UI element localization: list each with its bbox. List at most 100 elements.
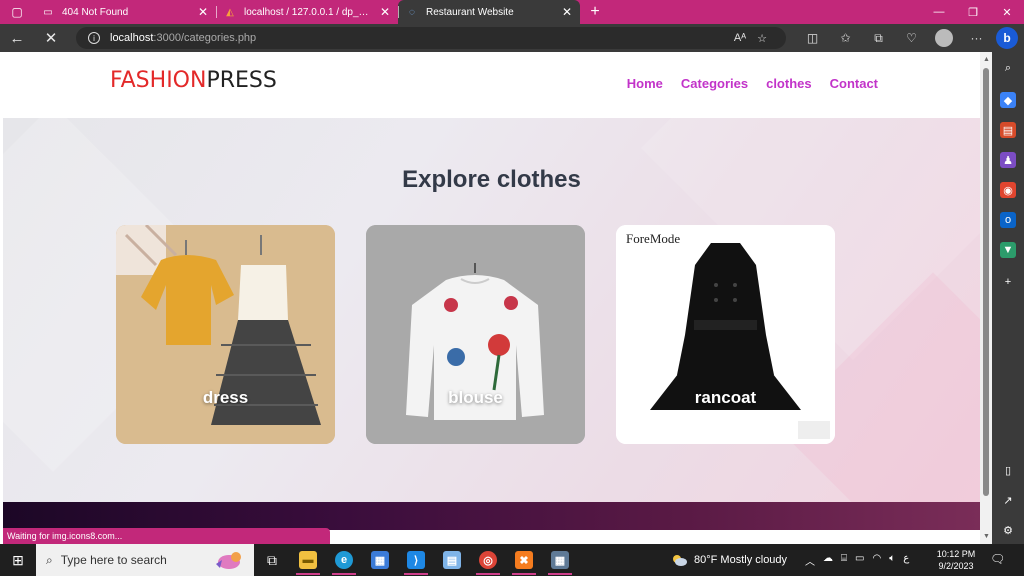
close-icon[interactable]: ✕ — [562, 5, 572, 19]
browser-toolbar: ← ✕ i localhost:3000/categories.php Aᴬ ☆… — [0, 24, 1024, 52]
page-icon: ▭ — [43, 6, 53, 18]
windows-taskbar: ⊞ ⌕ Type here to search ⧉ ▬ e ▦ ⟩ ▤ ◎ ✖ … — [0, 544, 1024, 576]
nav-contact-link[interactable]: Contact — [830, 76, 878, 91]
browser-tab-restaurant[interactable]: ◌ Restaurant Website ✕ — [398, 0, 580, 24]
nav-clothes-link[interactable]: clothes — [766, 76, 812, 91]
notification-icon[interactable]: 🗨︎ — [990, 552, 1005, 566]
restore-icon[interactable]: ❐ — [956, 0, 990, 24]
wifi-icon[interactable]: ◠ — [873, 553, 882, 568]
url-path: :3000/categories.php — [153, 32, 257, 44]
scroll-down-icon[interactable]: ▼ — [983, 533, 990, 540]
favorite-star-icon[interactable]: ☆ — [752, 32, 772, 45]
microsoft-store-icon[interactable]: ▦ — [362, 544, 398, 576]
outlook-icon[interactable]: o — [1000, 212, 1016, 228]
card-label: dress — [202, 388, 249, 407]
site-header: FASHIONPRESS Home Categories clothes Con… — [3, 52, 980, 118]
category-card-dress[interactable]: dress — [116, 225, 335, 444]
url-host: localhost — [110, 32, 154, 44]
bird-doodle-icon — [216, 552, 241, 569]
network-icon[interactable]: ⌸ — [841, 553, 847, 568]
site-info-icon[interactable]: i — [88, 32, 100, 44]
window-controls: — ❐ ✕ — [922, 0, 1024, 24]
volume-icon[interactable]: 🔈︎ — [889, 553, 895, 568]
onedrive-cloud-icon[interactable]: ☁ — [823, 553, 833, 568]
system-tray: 80°F Mostly cloudy ︿ ☁ ⌸ ▭ ◠ 🔈︎ ع — [670, 544, 909, 576]
search-icon[interactable]: ⌕ — [1000, 60, 1016, 76]
games-icon[interactable]: ♟ — [1000, 152, 1016, 168]
clock-date: 9/2/2023 — [938, 561, 974, 571]
search-icon: ⌕ — [46, 552, 53, 567]
notepad-icon[interactable]: ▤ — [434, 544, 470, 576]
read-aloud-icon[interactable]: Aᴬ — [730, 32, 750, 44]
site-nav: Home Categories clothes Contact — [627, 76, 878, 91]
add-icon[interactable]: + — [1000, 274, 1016, 290]
toolbox-icon[interactable]: ▤ — [1000, 122, 1016, 138]
address-bar-actions: Aᴬ ☆ — [728, 24, 772, 52]
vscode-icon[interactable]: ⟩ — [398, 544, 434, 576]
scrollbar-thumb[interactable] — [983, 68, 989, 496]
nav-home-link[interactable]: Home — [627, 76, 663, 91]
raincoat-image — [616, 225, 835, 444]
page-scrollbar[interactable]: ▲ ▼ — [980, 52, 992, 544]
close-icon[interactable]: ✕ — [198, 5, 208, 19]
edge-browser-icon[interactable]: e — [326, 544, 362, 576]
category-card-rancoat[interactable]: ForeMode rancoat — [616, 225, 835, 444]
language-indicator[interactable]: ع — [903, 553, 909, 568]
clock-time: 10:12 PM — [936, 549, 976, 559]
split-screen-icon[interactable]: ◫ — [796, 31, 829, 45]
weather-text[interactable]: 80°F Mostly cloudy — [694, 554, 787, 566]
search-placeholder: Type here to search — [60, 553, 167, 567]
stop-loading-icon[interactable]: ✕ — [34, 29, 68, 47]
dress-image — [116, 225, 335, 444]
microsoft-365-icon[interactable]: ◉ — [1000, 182, 1016, 198]
bing-copilot-icon[interactable]: b — [996, 27, 1018, 49]
taskbar-clock[interactable]: 10:12 PM 9/2/2023 — [930, 548, 982, 572]
page-viewport: FASHIONPRESS Home Categories clothes Con… — [3, 52, 980, 544]
cloudy-weather-icon — [673, 555, 687, 566]
battery-icon[interactable]: ▭ — [855, 553, 864, 568]
scroll-up-icon[interactable]: ▲ — [983, 56, 990, 63]
collections-icon[interactable]: ⧉ — [862, 31, 895, 46]
profile-avatar[interactable] — [935, 29, 953, 47]
back-arrow-icon[interactable]: ← — [0, 30, 34, 47]
page-heading: Explore clothes — [402, 166, 581, 193]
tab-actions-icon[interactable]: ▢ — [0, 0, 34, 24]
new-tab-button[interactable]: + — [580, 0, 610, 24]
category-card-blouse[interactable]: blouse — [366, 225, 585, 444]
minimize-icon[interactable]: — — [922, 0, 956, 24]
categories-section: Explore clothes dress blouse ForeMode ra… — [3, 118, 980, 502]
tab-title: localhost / 127.0.0.1 / dp_admin — [244, 6, 374, 18]
blouse-image — [366, 225, 585, 444]
browser-toolbar-buttons: ◫ ✩ ⧉ ♡ ··· — [796, 24, 993, 52]
loading-status: Waiting for img.icons8.com... — [3, 528, 330, 544]
browser-essentials-icon[interactable]: ♡ — [895, 31, 928, 45]
close-icon[interactable]: ✕ — [380, 5, 390, 19]
edge-sidebar: ⌕ ◆ ▤ ♟ ◉ o ▼ + ▯ ↗ ⚙ — [992, 52, 1024, 544]
calculator-icon[interactable]: ▦ — [542, 544, 578, 576]
favorites-icon[interactable]: ✩ — [829, 31, 862, 45]
settings-gear-icon[interactable]: ⚙ — [1000, 522, 1016, 538]
chrome-icon[interactable]: ◎ — [470, 544, 506, 576]
shopping-tag-icon[interactable]: ◆ — [1000, 92, 1016, 108]
nav-categories-link[interactable]: Categories — [681, 76, 748, 91]
address-bar[interactable]: i localhost:3000/categories.php — [76, 27, 786, 49]
file-explorer-icon[interactable]: ▬ — [290, 544, 326, 576]
taskbar-search[interactable]: ⌕ Type here to search — [36, 544, 254, 576]
browser-tab-404[interactable]: ▭ 404 Not Found ✕ — [34, 0, 216, 24]
drop-icon[interactable]: ▼ — [1000, 242, 1016, 258]
loading-icon: ◌ — [409, 6, 415, 18]
xampp-icon[interactable]: ✖ — [506, 544, 542, 576]
card-label: blouse — [448, 388, 503, 407]
site-logo[interactable]: FASHIONPRESS — [110, 68, 277, 93]
sidebar-toggle-icon[interactable]: ▯ — [1000, 462, 1016, 478]
card-label: rancoat — [694, 388, 757, 407]
browser-tab-phpmyadmin[interactable]: ◭ localhost / 127.0.0.1 / dp_admin ✕ — [216, 0, 398, 24]
windows-start-icon[interactable]: ⊞ — [0, 552, 36, 569]
close-window-icon[interactable]: ✕ — [990, 0, 1024, 24]
task-view-icon[interactable]: ⧉ — [254, 544, 290, 576]
tray-icons: ︿ ☁ ⌸ ▭ ◠ 🔈︎ ع — [805, 553, 909, 568]
chevron-up-icon[interactable]: ︿ — [805, 553, 815, 568]
external-open-icon[interactable]: ↗ — [1000, 492, 1016, 508]
tab-title: 404 Not Found — [62, 6, 129, 18]
more-options-icon[interactable]: ··· — [960, 31, 993, 45]
